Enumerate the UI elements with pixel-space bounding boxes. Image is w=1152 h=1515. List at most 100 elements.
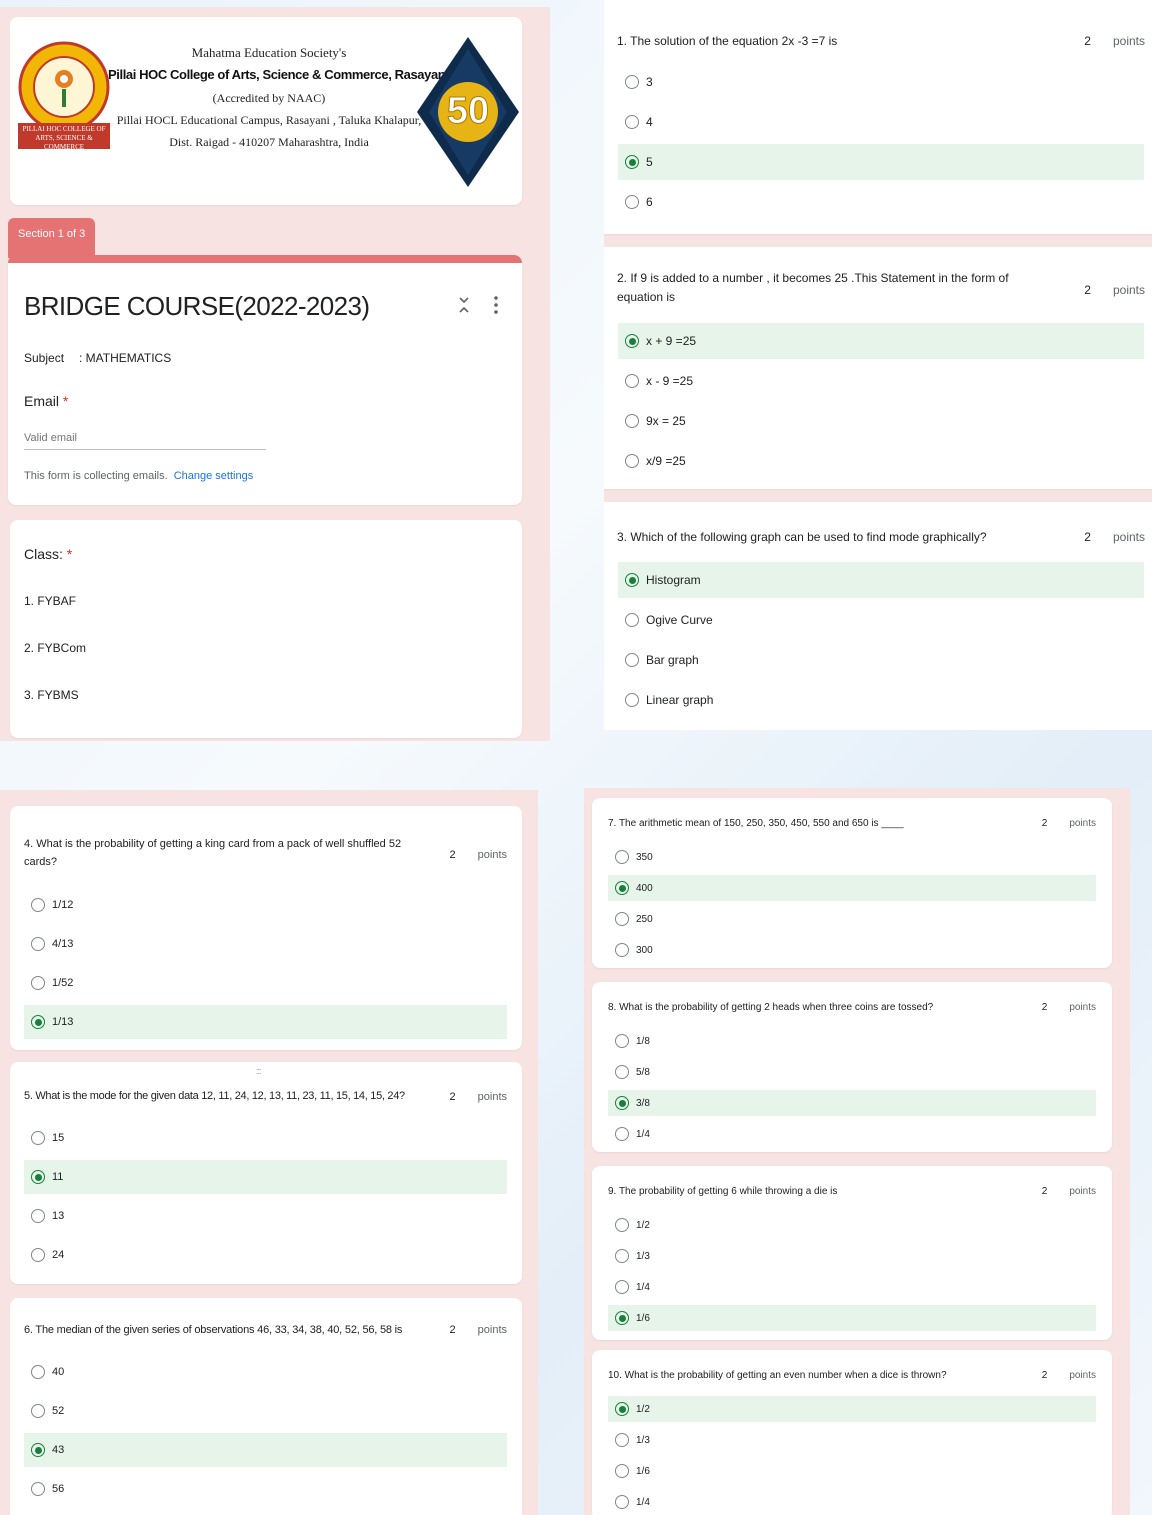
radio-checked-icon[interactable] <box>615 881 629 895</box>
answer-option[interactable]: 1/4 <box>608 1121 1096 1147</box>
answer-option[interactable]: 1/6 <box>608 1458 1096 1484</box>
answer-option[interactable]: 3/8 <box>608 1090 1096 1116</box>
question-card-10: 10. What is the probability of getting a… <box>592 1350 1112 1515</box>
radio-checked-icon[interactable] <box>625 334 639 348</box>
drag-handle-icon[interactable]: ::: <box>256 1066 261 1076</box>
email-input[interactable] <box>24 426 266 450</box>
answer-option[interactable]: 4/13 <box>24 927 507 961</box>
questions-panel-bottom-right: 7. The arithmetic mean of 150, 250, 350,… <box>584 788 1130 1515</box>
answer-option[interactable]: x - 9 =25 <box>618 363 1144 399</box>
answer-option[interactable]: 11 <box>24 1160 507 1194</box>
answer-option[interactable]: 300 <box>608 937 1096 963</box>
answer-option[interactable]: Bar graph <box>618 642 1144 678</box>
answer-option[interactable]: 56 <box>24 1472 507 1506</box>
form-header-panel: PILLAI HOC COLLEGE OF ARTS, SCIENCE & CO… <box>0 7 550 741</box>
answer-option[interactable]: 350 <box>608 844 1096 870</box>
more-options-icon[interactable] <box>493 295 499 315</box>
anniversary-logo: 50 <box>415 35 521 189</box>
answer-option[interactable]: 1/6 <box>608 1305 1096 1331</box>
answer-option[interactable]: 1/3 <box>608 1243 1096 1269</box>
radio-unchecked-icon[interactable] <box>625 693 639 707</box>
collapse-icon[interactable] <box>457 295 471 315</box>
answer-option[interactable]: 1/4 <box>608 1489 1096 1515</box>
answer-option[interactable]: x/9 =25 <box>618 443 1144 479</box>
radio-unchecked-icon[interactable] <box>615 1249 629 1263</box>
radio-unchecked-icon[interactable] <box>615 1127 629 1141</box>
answer-option[interactable]: 1/2 <box>608 1212 1096 1238</box>
radio-unchecked-icon[interactable] <box>625 454 639 468</box>
answer-option[interactable]: Linear graph <box>618 682 1144 718</box>
radio-unchecked-icon[interactable] <box>31 976 45 990</box>
answer-option[interactable]: x + 9 =25 <box>618 323 1144 359</box>
answer-option[interactable]: 24 <box>24 1238 507 1272</box>
answer-option[interactable]: Histogram <box>618 562 1144 598</box>
radio-checked-icon[interactable] <box>31 1170 45 1184</box>
radio-checked-icon[interactable] <box>31 1015 45 1029</box>
radio-unchecked-icon[interactable] <box>31 937 45 951</box>
answer-option-label: 11 <box>52 1171 64 1183</box>
answer-option[interactable]: 1/12 <box>24 888 507 922</box>
radio-unchecked-icon[interactable] <box>625 195 639 209</box>
answer-option[interactable]: 40 <box>24 1355 507 1389</box>
radio-unchecked-icon[interactable] <box>625 75 639 89</box>
radio-checked-icon[interactable] <box>615 1311 629 1325</box>
points-value: 2 <box>1084 530 1091 544</box>
class-option-1[interactable]: 1. FYBAF <box>24 594 76 608</box>
answer-option[interactable]: 4 <box>618 104 1144 140</box>
radio-checked-icon[interactable] <box>615 1402 629 1416</box>
radio-checked-icon[interactable] <box>615 1096 629 1110</box>
class-option-2[interactable]: 2. FYBCom <box>24 641 86 655</box>
answer-option[interactable]: 5 <box>618 144 1144 180</box>
radio-unchecked-icon[interactable] <box>31 1209 45 1223</box>
answer-option[interactable]: 400 <box>608 875 1096 901</box>
answer-option[interactable]: 15 <box>24 1121 507 1155</box>
radio-unchecked-icon[interactable] <box>615 1464 629 1478</box>
radio-unchecked-icon[interactable] <box>31 1482 45 1496</box>
radio-unchecked-icon[interactable] <box>31 898 45 912</box>
radio-checked-icon[interactable] <box>625 573 639 587</box>
answer-option[interactable]: 43 <box>24 1433 507 1467</box>
collecting-emails-note: This form is collecting emails. Change s… <box>24 470 253 482</box>
answer-option[interactable]: 5/8 <box>608 1059 1096 1085</box>
answer-option-label: 1/8 <box>636 1035 650 1047</box>
radio-unchecked-icon[interactable] <box>625 613 639 627</box>
radio-unchecked-icon[interactable] <box>31 1404 45 1418</box>
radio-unchecked-icon[interactable] <box>615 1495 629 1509</box>
answer-option[interactable]: 6 <box>618 184 1144 220</box>
radio-unchecked-icon[interactable] <box>615 1218 629 1232</box>
points-label: points <box>1069 818 1096 829</box>
answer-option[interactable]: 1/13 <box>24 1005 507 1039</box>
points-value: 2 <box>449 849 456 861</box>
radio-unchecked-icon[interactable] <box>31 1131 45 1145</box>
radio-unchecked-icon[interactable] <box>625 414 639 428</box>
radio-unchecked-icon[interactable] <box>615 1065 629 1079</box>
radio-unchecked-icon[interactable] <box>625 653 639 667</box>
radio-unchecked-icon[interactable] <box>625 115 639 129</box>
answer-option[interactable]: Ogive Curve <box>618 602 1144 638</box>
answer-option[interactable]: 1/2 <box>608 1396 1096 1422</box>
radio-unchecked-icon[interactable] <box>625 374 639 388</box>
answer-option[interactable]: 13 <box>24 1199 507 1233</box>
radio-unchecked-icon[interactable] <box>615 1280 629 1294</box>
radio-checked-icon[interactable] <box>625 155 639 169</box>
radio-unchecked-icon[interactable] <box>615 850 629 864</box>
radio-unchecked-icon[interactable] <box>31 1248 45 1262</box>
answer-option[interactable]: 3 <box>618 64 1144 100</box>
answer-option-label: 6 <box>646 195 653 209</box>
answer-option[interactable]: 250 <box>608 906 1096 932</box>
answer-option[interactable]: 52 <box>24 1394 507 1428</box>
answer-option[interactable]: 1/8 <box>608 1028 1096 1054</box>
answer-option[interactable]: 9x = 25 <box>618 403 1144 439</box>
radio-unchecked-icon[interactable] <box>615 912 629 926</box>
answer-option-label: 250 <box>636 913 653 925</box>
radio-unchecked-icon[interactable] <box>615 943 629 957</box>
radio-checked-icon[interactable] <box>31 1443 45 1457</box>
answer-option[interactable]: 1/3 <box>608 1427 1096 1453</box>
change-settings-link[interactable]: Change settings <box>174 470 254 482</box>
class-option-3[interactable]: 3. FYBMS <box>24 688 79 702</box>
radio-unchecked-icon[interactable] <box>31 1365 45 1379</box>
radio-unchecked-icon[interactable] <box>615 1433 629 1447</box>
answer-option[interactable]: 1/4 <box>608 1274 1096 1300</box>
radio-unchecked-icon[interactable] <box>615 1034 629 1048</box>
answer-option[interactable]: 1/52 <box>24 966 507 1000</box>
